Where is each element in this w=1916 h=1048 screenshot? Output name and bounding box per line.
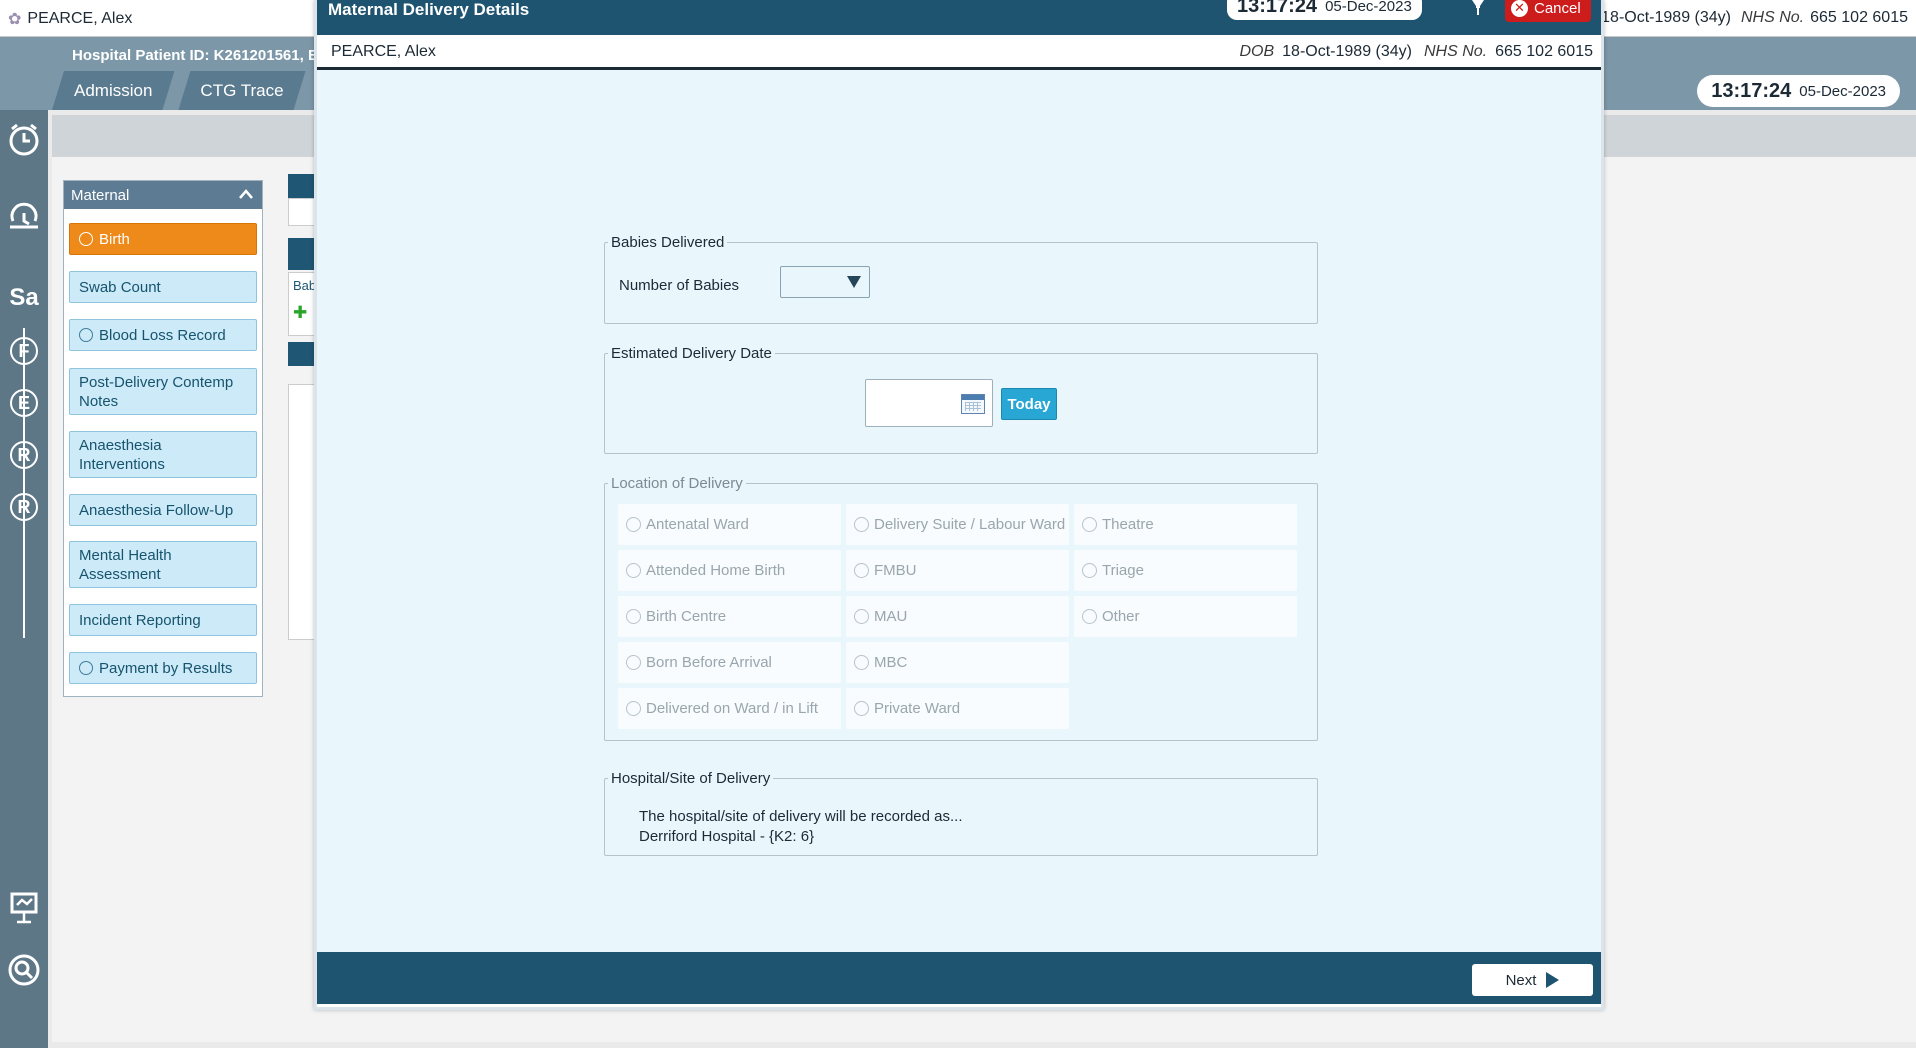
location-born-before-arrival[interactable]: Born Before Arrival: [618, 642, 841, 683]
modal-clock-time: 13:17:24: [1237, 0, 1318, 17]
rail-item-sa[interactable]: Sa: [6, 280, 42, 316]
app-tabs: Admission CTG Trace: [52, 71, 310, 110]
number-of-babies-label: Number of Babies: [619, 277, 740, 294]
location-mau[interactable]: MAU: [846, 596, 1069, 637]
modal-patient-name: PEARCE, Alex: [331, 43, 436, 60]
app-patient-header: ✿ PEARCE, Alex: [8, 9, 132, 29]
pin-icon[interactable]: [1469, 0, 1487, 22]
location-of-delivery-legend: Location of Delivery: [611, 475, 743, 492]
hospital-site-line2: Derriford Hospital - {K2: 6}: [639, 828, 815, 845]
today-button[interactable]: Today: [1001, 388, 1057, 420]
maternal-item-anaesthesia-follow-up[interactable]: Anaesthesia Follow-Up: [69, 494, 257, 526]
tab-admission[interactable]: Admission: [52, 71, 174, 110]
location-theatre[interactable]: Theatre: [1074, 504, 1297, 545]
dob-value: 18-Oct-1989 (34y): [1282, 43, 1412, 60]
nhs-label: NHS No.: [1424, 43, 1488, 60]
maternal-item-mental-health-assessment[interactable]: Mental Health Assessment: [69, 541, 257, 588]
presentation-icon[interactable]: [6, 890, 42, 926]
location-of-delivery-group: Location of Delivery Antenatal Ward Deli…: [604, 475, 1318, 741]
number-of-babies-select[interactable]: [780, 266, 870, 298]
maternal-item-post-delivery-notes[interactable]: Post-Delivery Contemp Notes: [69, 368, 257, 415]
add-icon[interactable]: ✚: [293, 303, 313, 323]
hospital-site-legend: Hospital/Site of Delivery: [611, 770, 771, 787]
maternal-delivery-modal: Maternal Delivery Details 13:17:24 05-De…: [314, 0, 1604, 1010]
location-attended-home-birth[interactable]: Attended Home Birth: [618, 550, 841, 591]
estimated-delivery-date-legend: Estimated Delivery Date: [611, 345, 772, 362]
hospital-site-group: Hospital/Site of Delivery The hospital/s…: [604, 770, 1318, 856]
maternal-panel: Maternal Birth Swab Count Blood Loss Rec…: [63, 180, 263, 697]
rail-connector: [23, 328, 25, 638]
app-patient-name: PEARCE, Alex: [27, 10, 133, 27]
bg-babies-label: Bab: [293, 278, 317, 293]
history-icon[interactable]: [6, 200, 42, 236]
maternal-item-birth[interactable]: Birth: [69, 223, 257, 255]
rail-item-f[interactable]: F: [10, 337, 38, 365]
dob-label: DOB: [1239, 43, 1275, 60]
play-icon: [1546, 972, 1560, 988]
location-birth-centre[interactable]: Birth Centre: [618, 596, 841, 637]
hospital-site-text: The hospital/site of delivery will be re…: [639, 807, 963, 847]
cancel-label: Cancel: [1534, 0, 1581, 17]
flower-icon: ✿: [8, 11, 22, 28]
maternal-item-blood-loss-record[interactable]: Blood Loss Record: [69, 319, 257, 351]
location-mbc[interactable]: MBC: [846, 642, 1069, 683]
modal-footer: Next: [317, 952, 1601, 1004]
location-other[interactable]: Other: [1074, 596, 1297, 637]
app-clock-time: 13:17:24: [1711, 79, 1792, 102]
tab-ctg-trace[interactable]: CTG Trace: [178, 71, 305, 110]
maternal-panel-title: Maternal: [71, 186, 130, 204]
radio-icon: [79, 661, 93, 675]
rail-item-e[interactable]: E: [10, 389, 38, 417]
maternal-item-incident-reporting[interactable]: Incident Reporting: [69, 604, 257, 636]
rail-item-r1[interactable]: R: [10, 441, 38, 469]
app-nhs-value: 665 102 6015: [1810, 9, 1908, 26]
radio-icon: [79, 232, 93, 246]
location-private-ward[interactable]: Private Ward: [846, 688, 1069, 729]
location-antenatal-ward[interactable]: Antenatal Ward: [618, 504, 841, 545]
app-clock: 13:17:24 05-Dec-2023: [1697, 75, 1900, 107]
dropdown-arrow-icon: [847, 276, 861, 288]
modal-patient-bar: PEARCE, Alex DOB 18-Oct-1989 (34y) NHS No.…: [317, 35, 1601, 70]
estimated-delivery-date-group: Estimated Delivery Date Today: [604, 345, 1318, 454]
left-rail: Sa F E R R: [0, 110, 48, 1048]
babies-delivered-legend: Babies Delivered: [611, 234, 725, 251]
app-dob-value: 18-Oct-1989 (34y): [1601, 9, 1731, 26]
search-icon[interactable]: [6, 952, 42, 988]
maternal-item-anaesthesia-interventions[interactable]: Anaesthesia Interventions: [69, 431, 257, 478]
location-delivery-suite[interactable]: Delivery Suite / Labour Ward: [846, 504, 1069, 545]
close-icon: ✕: [1511, 0, 1528, 17]
modal-patient-info: DOB 18-Oct-1989 (34y) NHS No. 665 102 6015: [1227, 43, 1593, 61]
chevron-up-icon[interactable]: [238, 187, 254, 203]
hospital-patient-id: Hospital Patient ID: K261201561, ED: [72, 47, 329, 64]
cancel-button[interactable]: ✕ Cancel: [1505, 0, 1591, 22]
clock-icon[interactable]: [6, 122, 42, 158]
modal-body: Babies Delivered Number of Babies Estima…: [317, 70, 1601, 952]
location-fmbu[interactable]: FMBU: [846, 550, 1069, 591]
modal-title-bar: Maternal Delivery Details 13:17:24 05-De…: [317, 0, 1601, 35]
location-triage[interactable]: Triage: [1074, 550, 1297, 591]
modal-clock: 13:17:24 05-Dec-2023: [1227, 0, 1422, 20]
location-delivered-on-ward[interactable]: Delivered on Ward / in Lift: [618, 688, 841, 729]
app-clock-date: 05-Dec-2023: [1799, 82, 1886, 100]
app-nhs-label: NHS No.: [1741, 9, 1805, 26]
maternal-item-payment-by-results[interactable]: Payment by Results: [69, 652, 257, 684]
next-label: Next: [1505, 971, 1537, 989]
modal-clock-date: 05-Dec-2023: [1325, 0, 1412, 15]
babies-delivered-group: Babies Delivered Number of Babies: [604, 234, 1318, 324]
radio-icon: [79, 328, 93, 342]
hospital-site-line1: The hospital/site of delivery will be re…: [639, 808, 963, 825]
maternal-panel-header[interactable]: Maternal: [64, 181, 262, 209]
nhs-value: 665 102 6015: [1495, 43, 1593, 60]
calendar-icon[interactable]: [961, 394, 985, 414]
maternal-item-swab-count[interactable]: Swab Count: [69, 271, 257, 303]
rail-item-r2[interactable]: R: [10, 493, 38, 521]
app-patient-info: 18-Oct-1989 (34y) NHS No. 665 102 6015: [1601, 9, 1908, 27]
delivery-date-input[interactable]: [865, 379, 993, 427]
next-button[interactable]: Next: [1472, 964, 1593, 996]
modal-title: Maternal Delivery Details: [328, 0, 530, 19]
